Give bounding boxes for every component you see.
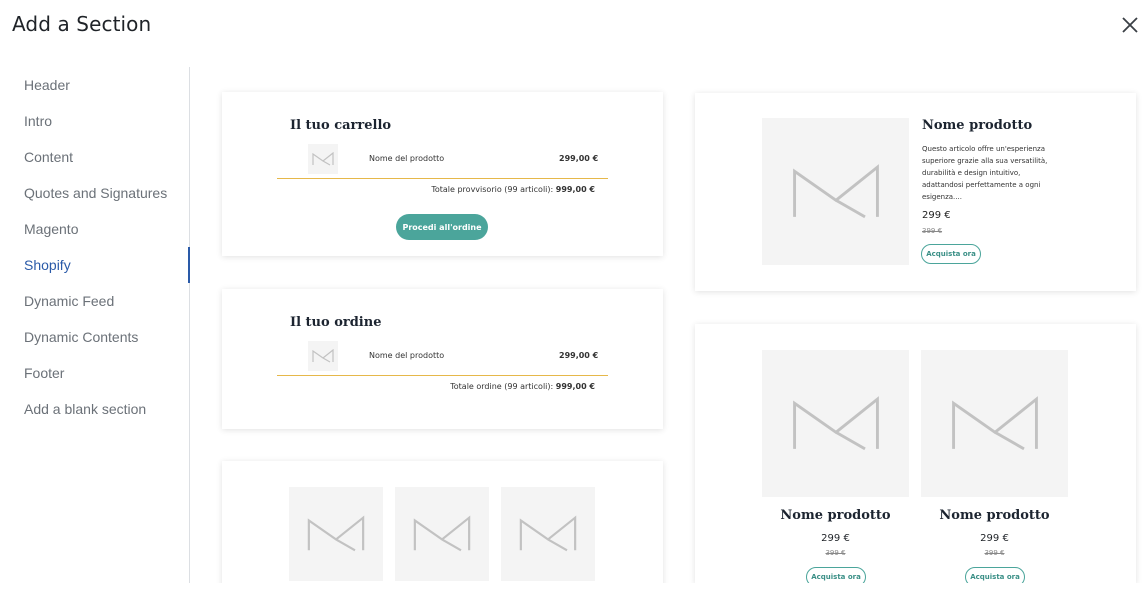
sidebar-item-dynamic-feed[interactable]: Dynamic Feed	[0, 283, 189, 319]
buy-now-button[interactable]: Acquista ora	[921, 244, 981, 264]
checkout-button[interactable]: Procedi all'ordine	[396, 214, 488, 240]
product-price: 299 €	[922, 210, 951, 221]
image-placeholder-icon	[792, 163, 879, 218]
close-button[interactable]	[1118, 13, 1142, 37]
product-thumbnail	[762, 350, 909, 497]
sidebar-item-content[interactable]: Content	[0, 139, 189, 175]
product-price: 299,00 €	[559, 154, 599, 163]
image-placeholder-icon	[519, 515, 577, 552]
dialog-header: Add a Section	[0, 0, 1144, 56]
close-icon	[1122, 17, 1138, 33]
total-value: 999,00 €	[555, 382, 595, 391]
template-order-card[interactable]: Il tuo ordine Nome del prodotto 299,00 €…	[222, 289, 663, 429]
cart-divider	[277, 178, 608, 179]
product-title: Nome prodotto	[939, 508, 1050, 523]
buy-now-button[interactable]: Acquista ora	[806, 567, 866, 583]
subtotal-label: Totale provvisorio (99 articoli):	[431, 185, 554, 194]
sidebar-item-quotes-and-signatures[interactable]: Quotes and Signatures	[0, 175, 189, 211]
product-thumbnail	[921, 350, 1068, 497]
sidebar-item-shopify[interactable]: Shopify	[0, 247, 190, 283]
product-thumbnail	[308, 341, 338, 371]
sidebar-item-label: Content	[24, 149, 74, 165]
sidebar-item-label: Shopify	[24, 257, 71, 273]
product-old-price: 399 €	[825, 549, 846, 557]
sidebar-item-label: Magento	[24, 221, 79, 237]
product-old-price: 399 €	[984, 549, 1005, 557]
sidebar-item-label: Header	[24, 77, 70, 93]
image-placeholder-icon	[312, 152, 334, 166]
product-name: Nome del prodotto	[369, 351, 445, 360]
cart-subtotal: Totale provvisorio (99 articoli): 999,00…	[431, 185, 595, 194]
sidebar-item-header[interactable]: Header	[0, 67, 189, 103]
sidebar-item-intro[interactable]: Intro	[0, 103, 189, 139]
total-label: Totale ordine (99 articoli):	[450, 382, 554, 391]
sidebar-item-magento[interactable]: Magento	[0, 211, 189, 247]
image-placeholder-icon	[307, 515, 365, 552]
product-description: Questo articolo offre un'esperienza supe…	[922, 145, 1048, 201]
sidebar-item-dynamic-contents[interactable]: Dynamic Contents	[0, 319, 189, 355]
product-name: Nome del prodotto	[369, 154, 445, 163]
dialog-title: Add a Section	[12, 12, 152, 36]
product-thumbnail	[762, 118, 909, 265]
product-old-price: 399 €	[922, 227, 943, 235]
template-three-images-card[interactable]	[222, 461, 663, 583]
image-placeholder-icon	[413, 515, 471, 552]
order-divider	[277, 375, 608, 376]
template-two-products-card[interactable]: Nome prodotto 299 € 399 € Acquista ora N…	[695, 324, 1136, 583]
image-placeholder-icon	[312, 349, 334, 363]
section-category-sidebar: Header Intro Content Quotes and Signatur…	[0, 67, 190, 583]
subtotal-value: 999,00 €	[555, 185, 595, 194]
product-price: 299 €	[980, 533, 1009, 544]
product-thumbnail	[308, 144, 338, 174]
product-thumbnail	[289, 487, 383, 581]
sidebar-item-label: Quotes and Signatures	[24, 185, 168, 201]
sidebar-item-label: Intro	[24, 113, 53, 129]
order-title: Il tuo ordine	[290, 315, 382, 330]
product-thumbnail	[501, 487, 595, 581]
template-cart-card[interactable]: Il tuo carrello Nome del prodotto 299,00…	[222, 92, 663, 256]
sidebar-item-label: Add a blank section	[24, 401, 147, 417]
sidebar-item-label: Dynamic Feed	[24, 293, 115, 309]
product-title: Nome prodotto	[922, 118, 1033, 133]
cart-title: Il tuo carrello	[290, 118, 392, 133]
product-price: 299 €	[821, 533, 850, 544]
template-single-product-card[interactable]: Nome prodotto Questo articolo offre un'e…	[695, 93, 1136, 291]
sidebar-item-label: Dynamic Contents	[24, 329, 139, 345]
product-price: 299,00 €	[559, 351, 599, 360]
image-placeholder-icon	[792, 395, 879, 450]
buy-now-button[interactable]: Acquista ora	[965, 567, 1025, 583]
product-title: Nome prodotto	[780, 508, 891, 523]
sidebar-item-add-blank-section[interactable]: Add a blank section	[0, 391, 189, 427]
sidebar-item-footer[interactable]: Footer	[0, 355, 189, 391]
image-placeholder-icon	[951, 395, 1038, 450]
sidebar-item-label: Footer	[24, 365, 65, 381]
section-templates-grid: Il tuo carrello Nome del prodotto 299,00…	[190, 67, 1144, 583]
product-thumbnail	[395, 487, 489, 581]
order-total: Totale ordine (99 articoli): 999,00 €	[450, 382, 595, 391]
